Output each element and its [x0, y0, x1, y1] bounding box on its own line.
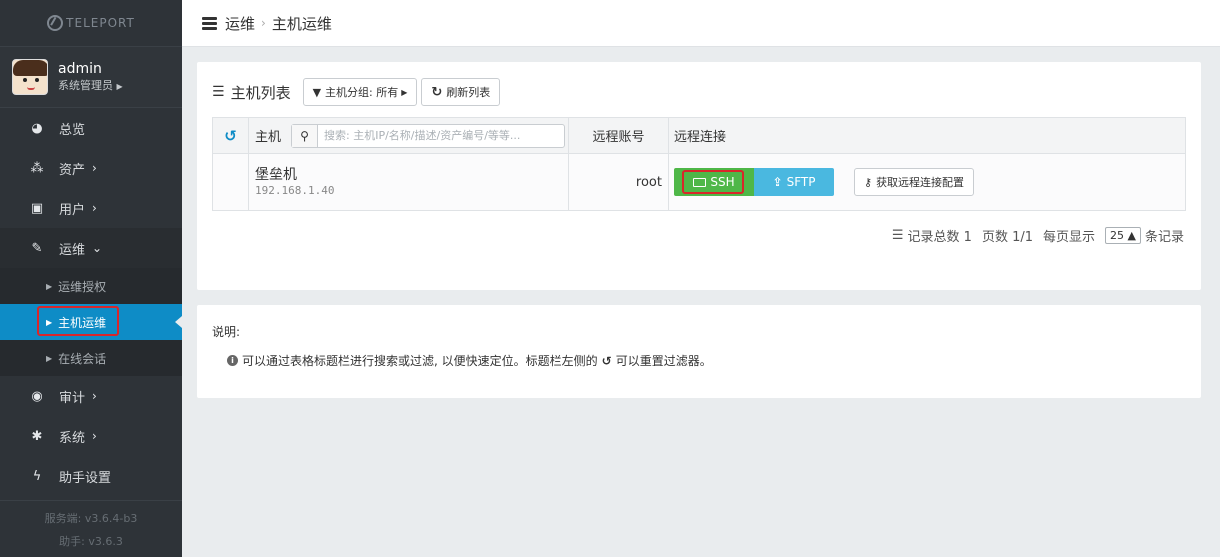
- cubes-icon: ⁂: [30, 160, 44, 176]
- ssh-button[interactable]: SSH: [674, 168, 754, 196]
- sidebar-item-users[interactable]: ▣ 用户 ›: [0, 188, 182, 228]
- refresh-list-button[interactable]: ↻ 刷新列表: [421, 78, 501, 106]
- connection-column-header: 远程连接: [674, 130, 727, 145]
- host-ip: 192.168.1.40: [255, 184, 335, 197]
- host-list-title: ☰ 主机列表: [212, 83, 291, 102]
- chevron-right-icon: ›: [92, 389, 97, 403]
- eye-icon: ◉: [31, 388, 43, 404]
- server-version: 服务端: v3.6.4-b3: [44, 512, 138, 525]
- assist-version: 助手: v3.6.3: [59, 535, 123, 548]
- key-icon: ⚷: [864, 175, 873, 189]
- page-count: 页数 1/1: [981, 230, 1034, 245]
- list-icon: ☰: [891, 228, 904, 243]
- sidebar-item-system[interactable]: ✱ 系统 ›: [0, 416, 182, 456]
- user-name: admin: [58, 60, 102, 77]
- host-name: 堡垒机: [255, 167, 297, 183]
- sidebar-item-assist-settings[interactable]: ϟ 助手设置: [0, 456, 182, 496]
- breadcrumb: 运维 › 主机运维: [182, 0, 1220, 47]
- caret-right-icon: ▶: [116, 81, 123, 91]
- host-search-input[interactable]: [318, 124, 565, 147]
- caret-right-icon: ▶: [46, 353, 53, 363]
- list-icon: ☰: [212, 84, 225, 100]
- caret-right-icon: ▶: [46, 281, 53, 291]
- protocol-buttons: SSH ⇪ SFTP: [674, 168, 834, 196]
- brand-name: TELEPORT: [66, 16, 135, 30]
- wrench-icon: ✎: [31, 240, 43, 256]
- account-column-header: 远程账号: [569, 118, 669, 153]
- undo-icon: ↺: [601, 353, 612, 368]
- chevron-down-icon: ⌄: [92, 241, 103, 255]
- dashboard-icon: ◕: [31, 120, 43, 136]
- highlight-box: [682, 170, 744, 194]
- gear-icon: ✱: [31, 428, 43, 444]
- notes-text: i 可以通过表格标题栏进行搜索或过滤, 以便快速定位。标题栏左侧的 ↺ 可以重置…: [227, 352, 712, 369]
- sidebar: TELEPORT admin 系统管理员 ▶ ◕ 总览 ⁂ 资产 › ▣ 用户 …: [0, 0, 182, 557]
- notes-panel: 说明: i 可以通过表格标题栏进行搜索或过滤, 以便快速定位。标题栏左侧的 ↺ …: [197, 305, 1201, 398]
- chevron-right-icon: ›: [92, 429, 97, 443]
- per-page-suffix: 条记录: [1144, 230, 1184, 245]
- highlight-box: [37, 306, 119, 336]
- breadcrumb-page: 主机运维: [271, 14, 332, 33]
- per-page-select[interactable]: 25 ▲: [1105, 227, 1141, 244]
- connection-cell: SSH ⇪ SFTP ⚷ 获取远程连接配置: [669, 154, 1185, 210]
- host-search: ⚲: [291, 123, 566, 148]
- teleport-logo-icon: [47, 15, 64, 31]
- refresh-icon: ↻: [431, 84, 443, 100]
- bolt-icon: ϟ: [32, 468, 42, 484]
- breadcrumb-separator-icon: ›: [261, 16, 266, 30]
- host-column-header: 主机 ⚲: [249, 118, 569, 153]
- user-profile[interactable]: admin 系统管理员 ▶: [0, 46, 182, 108]
- sidebar-item-overview[interactable]: ◕ 总览: [0, 108, 182, 148]
- get-remote-config-button[interactable]: ⚷ 获取远程连接配置: [854, 168, 975, 196]
- table-header-row: ↺ 主机 ⚲ 远程账号 远程连接: [213, 118, 1185, 154]
- caret-right-icon: ▶: [401, 87, 408, 97]
- avatar: [12, 59, 48, 95]
- host-table: ↺ 主机 ⚲ 远程账号 远程连接 堡垒机 192.168.1.40: [212, 117, 1186, 211]
- search-icon: ⚲: [292, 124, 319, 147]
- sidebar-item-assets[interactable]: ⁂ 资产 ›: [0, 148, 182, 188]
- sftp-button[interactable]: ⇪ SFTP: [754, 168, 834, 196]
- reset-filter-button[interactable]: ↺: [213, 118, 249, 153]
- sidebar-subitem-host-ops[interactable]: ▶ 主机运维: [0, 304, 182, 340]
- sidebar-subitem-online-sessions[interactable]: ▶ 在线会话: [0, 340, 182, 376]
- user-role[interactable]: 系统管理员 ▶: [58, 78, 123, 94]
- upload-icon: ⇪: [772, 175, 783, 189]
- chevron-right-icon: ›: [92, 161, 97, 175]
- server-icon: [202, 16, 217, 30]
- per-page-label: 每页显示: [1043, 230, 1096, 245]
- undo-icon: ↺: [224, 126, 237, 145]
- table-row: 堡垒机 192.168.1.40 root SSH ⇪ SFTP ⚷ 获取远程连…: [213, 154, 1185, 210]
- chevron-right-icon: ›: [92, 201, 97, 215]
- user-card-icon: ▣: [30, 200, 44, 216]
- sidebar-item-audit[interactable]: ◉ 审计 ›: [0, 376, 182, 416]
- notes-title: 说明:: [212, 325, 241, 339]
- info-icon: i: [227, 355, 238, 366]
- version-info: 服务端: v3.6.4-b3 助手: v3.6.3: [0, 500, 182, 553]
- pagination-info: ☰ 记录总数 1 页数 1/1 每页显示 25 ▲ 条记录: [892, 226, 1184, 245]
- host-list-panel: ☰ 主机列表 ▼ 主机分组: 所有 ▶ ↻ 刷新列表 ↺ 主机 ⚲ 搜索: 主机…: [197, 62, 1201, 290]
- sidebar-subitem-ops-auth[interactable]: ▶ 运维授权: [0, 268, 182, 304]
- host-list-header: ☰ 主机列表 ▼ 主机分组: 所有 ▶ ↻ 刷新列表: [212, 78, 504, 106]
- brand-logo: TELEPORT: [0, 0, 182, 46]
- remote-account: root: [635, 174, 662, 190]
- record-total: 记录总数 1: [907, 230, 972, 245]
- breadcrumb-section[interactable]: 运维: [225, 13, 255, 34]
- host-cell: 堡垒机 192.168.1.40: [249, 154, 569, 210]
- filter-icon: ▼: [312, 85, 322, 99]
- host-group-filter-button[interactable]: ▼ 主机分组: 所有 ▶: [302, 78, 418, 106]
- account-cell: root: [569, 154, 669, 210]
- sidebar-item-ops[interactable]: ✎ 运维 ⌄: [0, 228, 182, 268]
